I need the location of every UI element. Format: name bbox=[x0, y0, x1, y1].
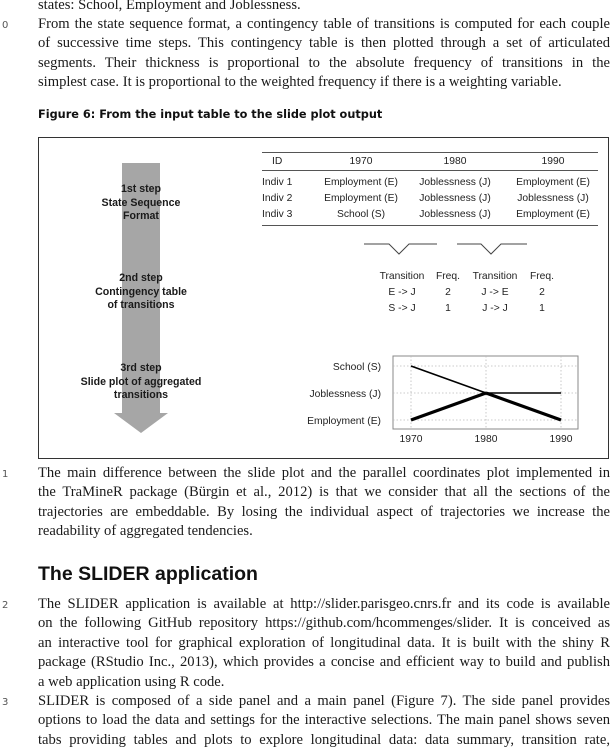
line-number: 3 bbox=[2, 697, 9, 708]
step-text: Format bbox=[123, 210, 159, 222]
table-cell: Employment (E) bbox=[324, 177, 398, 188]
table-header-row: ID 1970 1980 1990 bbox=[262, 152, 598, 171]
section-heading: The SLIDER application bbox=[38, 563, 258, 585]
line-number: 2 bbox=[2, 600, 9, 611]
table-cell: Joblessness (J) bbox=[419, 177, 491, 188]
table-row: S -> J 1 J -> J 1 bbox=[374, 300, 560, 316]
text-line: the TraMineR package (Bürgin et al., 201… bbox=[38, 484, 610, 501]
paragraph: The main difference between the slide pl… bbox=[38, 464, 610, 542]
table-cell: 1 bbox=[539, 302, 545, 314]
y-tick-label: Employment (E) bbox=[307, 416, 381, 427]
step-1-label: 1st step State Sequence Format bbox=[41, 183, 241, 224]
column-header: Freq. bbox=[435, 270, 461, 282]
table-cell: Indiv 3 bbox=[262, 206, 320, 227]
table-cell: J -> E bbox=[481, 286, 509, 298]
step-text: of transitions bbox=[107, 299, 175, 311]
step-2-label: 2nd step Contingency table of transition… bbox=[41, 272, 241, 313]
slide-plot: 1970 1980 1990 Employment (E) Joblessness (J… bbox=[307, 355, 579, 445]
text-line: trajectories are embeddable. By losing t… bbox=[38, 503, 610, 520]
text-line: an interactive tool for graphical explor… bbox=[38, 634, 610, 651]
column-header: 1990 bbox=[508, 152, 598, 171]
step-title: 1st step bbox=[120, 183, 162, 195]
table-row: Indiv 3 School (S) Joblessness (J) Emplo… bbox=[262, 206, 598, 227]
text-line: on the following GitHub repository https… bbox=[38, 615, 610, 632]
x-tick-label: 1990 bbox=[550, 434, 573, 445]
column-header: Transition bbox=[472, 270, 518, 282]
y-tick-label: School (S) bbox=[333, 362, 381, 373]
text-line: The main difference between the slide pl… bbox=[38, 465, 610, 481]
bracket-1980-1990 bbox=[457, 243, 527, 255]
table-cell: Indiv 1 bbox=[262, 177, 293, 188]
text-line: package (RStudio Inc., 2013), which prov… bbox=[38, 654, 610, 671]
step-text: Contingency table bbox=[95, 285, 187, 298]
step-title: 3rd step bbox=[120, 362, 162, 374]
transition-segment bbox=[410, 365, 487, 394]
table-cell: School (S) bbox=[320, 206, 402, 227]
line-number: 1 bbox=[2, 469, 9, 480]
text-line: a web application using R code. bbox=[38, 673, 225, 690]
state-sequence-table: ID 1970 1980 1990 Indiv 1 Employment (E)… bbox=[262, 152, 598, 227]
table-header-row: Transition Freq. Transition Freq. bbox=[374, 268, 560, 284]
table-cell: Employment (E) bbox=[516, 177, 590, 188]
table-cell: Joblessness (J) bbox=[517, 193, 589, 205]
column-header: 1970 bbox=[320, 152, 402, 171]
x-tick-label: 1980 bbox=[475, 434, 498, 445]
paragraph: SLIDER is composed of a side panel and a… bbox=[38, 692, 610, 750]
transition-table: Transition Freq. Transition Freq. E -> J… bbox=[374, 268, 560, 317]
text-line: readability of aggregated tendencies. bbox=[38, 523, 253, 540]
table-cell: Employment (E) bbox=[508, 206, 598, 227]
step-text: transitions bbox=[113, 389, 169, 401]
table-row: E -> J 2 J -> E 2 bbox=[374, 284, 560, 300]
step-title: 2nd step bbox=[119, 272, 163, 284]
paragraph: The SLIDER application is available at h… bbox=[38, 595, 610, 692]
column-header: Freq. bbox=[529, 270, 555, 282]
y-tick-label: Joblessness (J) bbox=[309, 389, 381, 400]
table-cell: Indiv 2 bbox=[262, 193, 293, 205]
column-header: ID bbox=[262, 152, 320, 171]
table-cell: Joblessness (J) bbox=[419, 193, 491, 205]
table-cell: J -> J bbox=[482, 302, 508, 314]
transition-segment bbox=[485, 391, 562, 422]
text-line: The SLIDER application is available at h… bbox=[38, 596, 610, 612]
column-header: 1980 bbox=[402, 152, 508, 171]
bracket-1970-1980 bbox=[364, 243, 437, 255]
table-cell: 1 bbox=[445, 302, 451, 314]
text-line: SLIDER is composed of a side panel and a… bbox=[38, 693, 610, 709]
table-cell: S -> J bbox=[388, 302, 416, 314]
text-line: options to load the data and settings fo… bbox=[38, 712, 610, 729]
step-text: State Sequence bbox=[101, 196, 181, 209]
transition-segment bbox=[410, 391, 487, 422]
table-row: Indiv 2 Employment (E) Joblessness (J) J… bbox=[262, 191, 598, 207]
table-cell: Employment (E) bbox=[324, 193, 398, 205]
step-3-label: 3rd step Slide plot of aggregated transi… bbox=[41, 362, 241, 403]
text-line: tabs providing tables and plots to explo… bbox=[38, 731, 610, 748]
table-cell: Joblessness (J) bbox=[402, 206, 508, 227]
table-cell: 2 bbox=[445, 286, 451, 298]
table-cell: E -> J bbox=[388, 286, 416, 298]
column-header: Transition bbox=[379, 270, 425, 282]
table-row: Indiv 1 Employment (E) Joblessness (J) E… bbox=[262, 171, 598, 191]
table-cell: 2 bbox=[539, 286, 545, 298]
step-text: Slide plot of aggregated bbox=[80, 375, 202, 388]
x-tick-label: 1970 bbox=[400, 434, 423, 445]
